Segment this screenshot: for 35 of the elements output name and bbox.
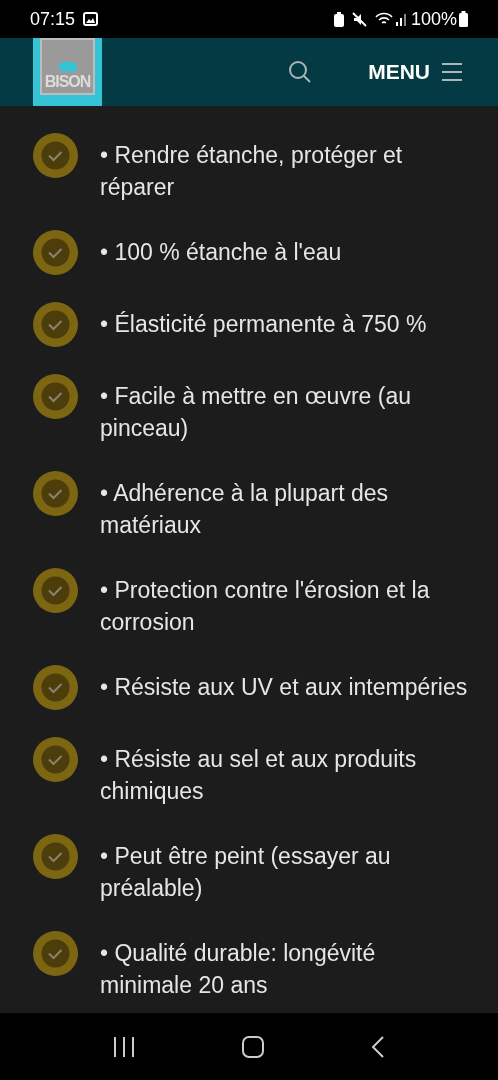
- feature-text: • Peut être peint (essayer au préalable): [100, 842, 392, 903]
- mute-icon: [351, 11, 367, 27]
- check-circle-icon: [33, 230, 78, 275]
- back-icon[interactable]: [370, 1035, 385, 1058]
- check-circle-icon: [33, 374, 78, 419]
- battery-saver-icon: [333, 11, 344, 27]
- image-icon: [83, 12, 99, 26]
- logo-text: BISON: [44, 73, 91, 91]
- feature-text: • Résiste au sel et aux produits chimiques: [100, 745, 418, 806]
- menu-button[interactable]: MENU: [368, 56, 462, 88]
- battery-level: 100%: [410, 7, 457, 31]
- recent-apps-icon[interactable]: [113, 1036, 136, 1057]
- check-circle-icon: [33, 568, 78, 613]
- feature-text: • Résiste aux UV et aux intempéries: [100, 673, 468, 702]
- check-circle-icon: [33, 133, 78, 178]
- check-circle-icon: [33, 737, 78, 782]
- home-icon[interactable]: [242, 1035, 264, 1058]
- feature-text: • Élasticité permanente à 750 %: [100, 310, 427, 339]
- feature-text: • 100 % étanche à l'eau: [100, 238, 342, 267]
- check-circle-icon: [33, 931, 78, 976]
- feature-text: • Rendre étanche, protéger et réparer: [100, 141, 404, 202]
- menu-icon: [442, 63, 462, 81]
- feature-text: • Facile à mettre en œuvre (au pinceau): [100, 382, 412, 443]
- battery-icon: [459, 11, 468, 27]
- check-circle-icon: [33, 302, 78, 347]
- check-circle-icon: [33, 471, 78, 516]
- check-circle-icon: [33, 665, 78, 710]
- search-icon[interactable]: [288, 60, 313, 84]
- check-circle-icon: [33, 834, 78, 879]
- signal-icon: [394, 12, 407, 26]
- status-time: 07:15: [30, 7, 76, 31]
- feature-text: • Adhérence à la plupart des matériaux: [100, 479, 390, 540]
- feature-text: • Qualité durable: longévité minimale 20 ans: [100, 939, 377, 1000]
- wifi-icon: [374, 11, 393, 27]
- feature-text: • Protection contre l'érosion et la corrosion: [100, 576, 431, 637]
